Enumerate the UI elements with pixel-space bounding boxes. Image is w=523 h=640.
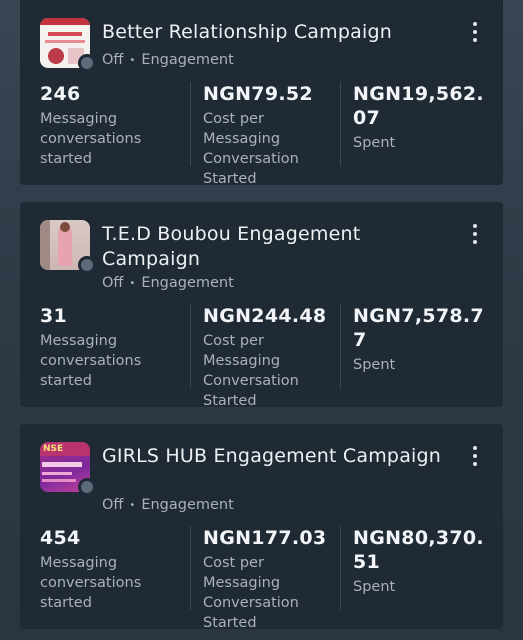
metric-value: 454 (40, 527, 81, 549)
metric-conversations: 31 Messaging conversations started (40, 304, 190, 391)
campaign-status: Off (102, 497, 124, 513)
metric-label: Spent (353, 135, 396, 151)
metric-label: Spent (353, 579, 396, 595)
campaign-thumbnail (40, 18, 96, 72)
campaign-objective: Engagement (141, 52, 234, 68)
thumbnail-text: NSE (43, 444, 64, 454)
metric-label: Messaging conversations started (40, 111, 142, 167)
metric-conversations: 454 Messaging conversations started (40, 526, 190, 613)
separator: • (129, 54, 136, 66)
campaign-card-better-relationship[interactable]: Better Relationship Campaign Off • Engag… (20, 0, 503, 187)
more-vertical-icon[interactable] (469, 446, 481, 466)
campaign-thumbnail (40, 220, 96, 274)
metric-spent: NGN7,578.77 Spent (340, 304, 490, 388)
metric-spent: NGN80,370.51 Spent (340, 526, 490, 610)
metric-value: NGN177.03 (203, 527, 327, 549)
campaign-status: Off (102, 52, 124, 68)
metric-value: NGN79.52 (203, 83, 313, 105)
status-dot-icon (78, 478, 96, 496)
metric-value: NGN19,562.07 (353, 83, 484, 129)
campaign-metrics: 454 Messaging conversations started NGN1… (40, 526, 493, 631)
metric-conversations: 246 Messaging conversations started (40, 82, 190, 169)
metric-spent: NGN19,562.07 Spent (340, 82, 490, 166)
metric-value: NGN80,370.51 (353, 527, 484, 573)
campaign-title[interactable]: GIRLS HUB Engagement Campaign (102, 444, 452, 469)
metric-label: Messaging conversations started (40, 555, 142, 611)
campaign-thumbnail: NSE (40, 442, 96, 496)
campaign-card-girls-hub[interactable]: NSE GIRLS HUB Engagement Campaign Off • … (20, 424, 503, 631)
campaign-subtitle: Off • Engagement (102, 52, 234, 68)
campaign-card-ted-boubou[interactable]: T.E.D Boubou Engagement Campaign Off • E… (20, 202, 503, 409)
metric-value: 246 (40, 83, 81, 105)
metric-cost-per-conversation: NGN177.03 Cost per Messaging Conversatio… (190, 526, 340, 631)
metric-label: Cost per Messaging Conversation Started (203, 555, 299, 631)
status-dot-icon (78, 256, 96, 274)
campaign-metrics: 31 Messaging conversations started NGN24… (40, 304, 493, 409)
metric-value: 31 (40, 305, 68, 327)
campaign-subtitle: Off • Engagement (102, 497, 234, 513)
campaign-objective: Engagement (141, 275, 234, 291)
metric-cost-per-conversation: NGN244.48 Cost per Messaging Conversatio… (190, 304, 340, 409)
status-dot-icon (78, 54, 96, 72)
campaign-metrics: 246 Messaging conversations started NGN7… (40, 82, 493, 187)
metric-cost-per-conversation: NGN79.52 Cost per Messaging Conversation… (190, 82, 340, 187)
campaign-subtitle: Off • Engagement (102, 275, 234, 291)
campaign-objective: Engagement (141, 497, 234, 513)
more-vertical-icon[interactable] (469, 224, 481, 244)
separator: • (129, 277, 136, 289)
campaign-status: Off (102, 275, 124, 291)
metric-value: NGN244.48 (203, 305, 327, 327)
campaign-title[interactable]: T.E.D Boubou Engagement Campaign (102, 222, 452, 272)
separator: • (129, 499, 136, 511)
campaign-title[interactable]: Better Relationship Campaign (102, 20, 452, 45)
metric-label: Messaging conversations started (40, 333, 142, 389)
metric-label: Cost per Messaging Conversation Started (203, 111, 299, 187)
metric-value: NGN7,578.77 (353, 305, 484, 351)
metric-label: Spent (353, 357, 396, 373)
metric-label: Cost per Messaging Conversation Started (203, 333, 299, 409)
more-vertical-icon[interactable] (469, 22, 481, 42)
